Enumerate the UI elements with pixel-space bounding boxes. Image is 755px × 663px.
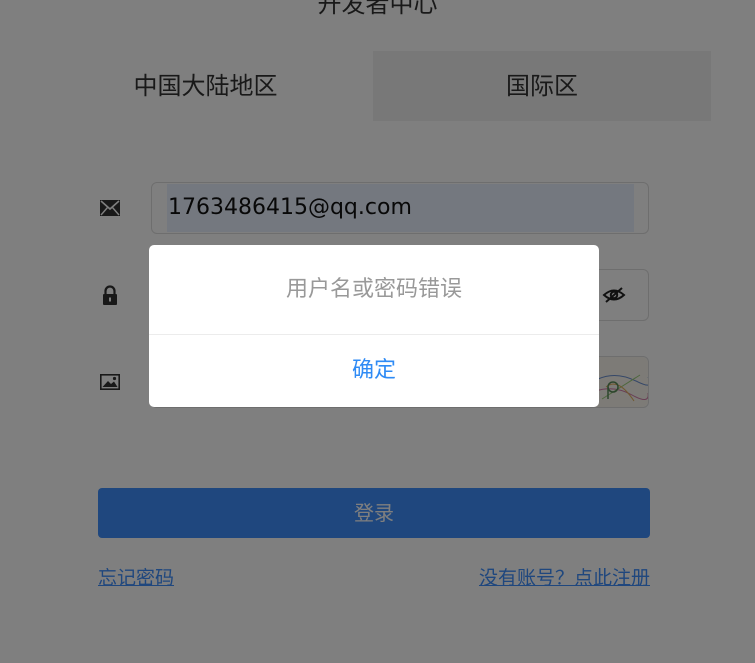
- error-dialog: 用户名或密码错误 确定: [149, 245, 599, 407]
- dialog-message: 用户名或密码错误: [149, 245, 599, 335]
- confirm-button[interactable]: 确定: [149, 335, 599, 407]
